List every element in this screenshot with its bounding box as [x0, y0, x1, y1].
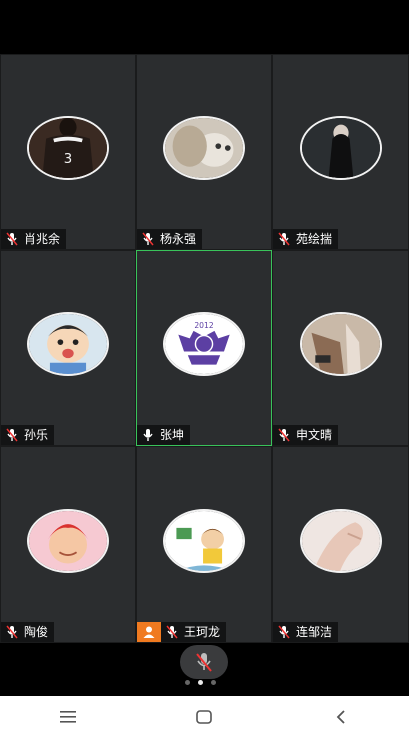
host-badge [137, 622, 161, 642]
participant-tile[interactable]: 王珂龙 [136, 446, 272, 643]
participant-avatar [299, 116, 382, 180]
mic-icon [5, 232, 19, 246]
participant-tile-active[interactable]: 2012 张坤 [136, 250, 272, 446]
page-dot-active[interactable] [198, 680, 203, 685]
participant-tile[interactable]: 申文晴 [272, 250, 409, 446]
mic-icon [277, 232, 291, 246]
menu-icon [60, 710, 77, 723]
system-nav-bar [0, 696, 409, 737]
participant-name: 陶俊 [24, 625, 49, 639]
mic-icon [277, 428, 291, 442]
participant-tile[interactable]: 陶俊 [0, 446, 136, 643]
back-icon [336, 709, 345, 724]
mic-muted-icon [196, 653, 212, 672]
page-indicator [185, 680, 216, 685]
participant-tile[interactable]: 3 肖兆余 [0, 54, 136, 250]
participant-name: 杨永强 [160, 232, 197, 246]
participant-avatar [163, 116, 245, 180]
participant-name: 肖兆余 [24, 232, 61, 246]
nav-home-button[interactable] [182, 702, 226, 732]
participant-avatar [163, 508, 245, 573]
home-icon [196, 709, 213, 724]
participant-label: 陶俊 [1, 622, 55, 642]
nav-menu-button[interactable] [46, 702, 90, 732]
mic-icon [5, 625, 19, 639]
video-grid: 3 肖兆余 杨永强 苑绘揣 孙乐 2012 张坤 申文晴 陶俊 王珂龙 连邹洁 [0, 54, 409, 643]
participant-avatar: 2012 [163, 312, 245, 376]
nav-back-button[interactable] [319, 702, 363, 732]
mic-icon [141, 232, 155, 246]
page-dot[interactable] [211, 680, 216, 685]
participant-avatar: 3 [27, 116, 109, 180]
mic-icon [277, 625, 291, 639]
participant-name: 张坤 [160, 428, 185, 442]
person-icon [143, 626, 155, 638]
participant-name: 王珂龙 [184, 625, 221, 639]
participant-tile[interactable]: 孙乐 [0, 250, 136, 446]
participant-tile[interactable]: 连邹洁 [272, 446, 409, 643]
participant-name: 申文晴 [296, 428, 333, 442]
logo-text: 2012 [194, 321, 214, 330]
participant-avatar [299, 312, 382, 376]
participant-label: 王珂龙 [161, 622, 227, 642]
participant-avatar [299, 508, 382, 573]
participant-label: 孙乐 [1, 425, 55, 445]
participant-avatar [27, 508, 109, 573]
participant-label: 杨永强 [137, 229, 203, 249]
participant-tile[interactable]: 杨永强 [136, 54, 272, 250]
mic-icon [5, 428, 19, 442]
mic-icon [141, 428, 155, 442]
svg-text:3: 3 [64, 152, 72, 167]
participant-avatar [27, 312, 109, 376]
mic-icon [165, 625, 179, 639]
participant-name: 苑绘揣 [296, 232, 333, 246]
participant-name: 连邹洁 [296, 625, 333, 639]
mute-toggle-button[interactable] [180, 645, 228, 679]
participant-label: 张坤 [137, 425, 191, 445]
participant-label: 申文晴 [273, 425, 339, 445]
page-dot[interactable] [185, 680, 190, 685]
status-bar [0, 0, 409, 54]
participant-name: 孙乐 [24, 428, 49, 442]
participant-label: 肖兆余 [1, 229, 67, 249]
participant-label: 连邹洁 [273, 622, 339, 642]
participant-label: 苑绘揣 [273, 229, 339, 249]
participant-tile[interactable]: 苑绘揣 [272, 54, 409, 250]
